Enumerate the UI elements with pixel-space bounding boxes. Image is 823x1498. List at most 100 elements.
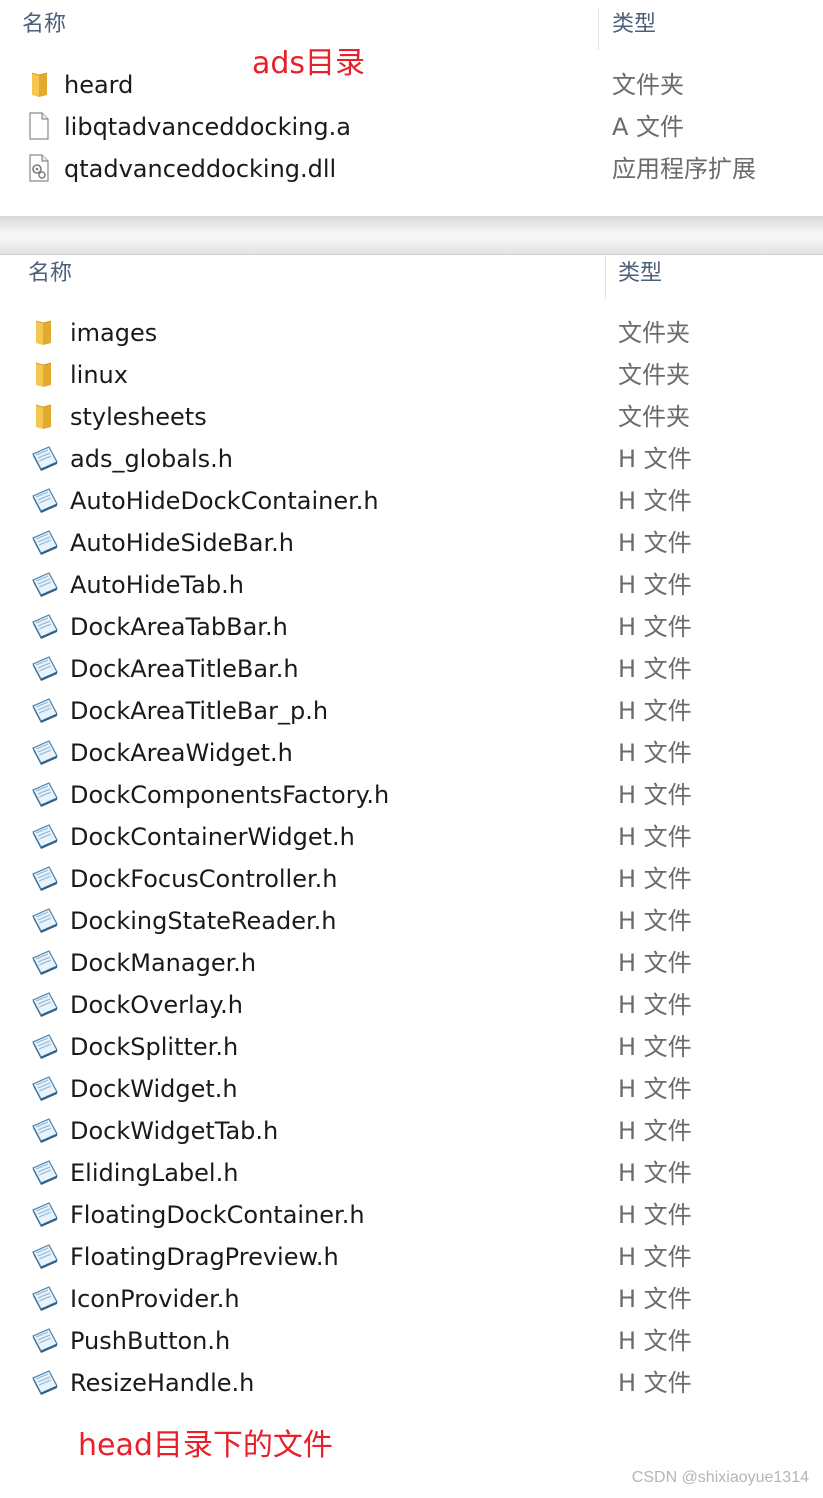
list-item[interactable]: heard 文件夹 [0,64,823,106]
file-type: H 文件 [618,697,692,725]
file-type: H 文件 [618,1369,692,1397]
header-file-icon [30,822,58,850]
list-item[interactable]: ResizeHandle.h H 文件 [0,1362,823,1404]
file-name: ads_globals.h [70,445,233,473]
folder-icon [30,402,56,430]
list-item[interactable]: AutoHideTab.h H 文件 [0,564,823,606]
header-file-icon [30,1326,58,1354]
folder-icon [30,360,56,388]
list-item[interactable]: DockComponentsFactory.h H 文件 [0,774,823,816]
file-name: DockAreaTitleBar_p.h [70,697,329,725]
list-item[interactable]: DockSplitter.h H 文件 [0,1026,823,1068]
header-file-icon [30,864,58,892]
list-item[interactable]: stylesheets 文件夹 [0,396,823,438]
file-name: DockSplitter.h [70,1033,239,1061]
column-header-type[interactable]: 类型 [618,263,662,285]
file-type: H 文件 [618,991,692,1019]
file-name: stylesheets [70,403,207,431]
column-divider[interactable] [598,8,599,50]
list-item[interactable]: PushButton.h H 文件 [0,1320,823,1362]
header-file-icon [30,1158,58,1186]
file-type: 文件夹 [612,71,684,99]
file-type: H 文件 [618,655,692,683]
list-item[interactable]: AutoHideSideBar.h H 文件 [0,522,823,564]
list-item[interactable]: DockAreaTabBar.h H 文件 [0,606,823,648]
header-file-icon [30,990,58,1018]
list-item[interactable]: DockAreaWidget.h H 文件 [0,732,823,774]
header-file-icon [30,1368,58,1396]
file-name: heard [64,71,134,99]
file-type: 文件夹 [618,319,690,347]
header-file-icon [30,654,58,682]
header-file-icon [30,696,58,724]
head-directory-panel: 名称 类型 images 文件夹 linux 文件夹 stylesheets 文件夹 ads… [0,254,823,1498]
file-name: libqtadvanceddocking.a [64,113,351,141]
file-type: H 文件 [618,1285,692,1313]
list-item[interactable]: IconProvider.h H 文件 [0,1278,823,1320]
list-item[interactable]: DockWidgetTab.h H 文件 [0,1110,823,1152]
file-type: A 文件 [612,113,685,141]
file-type: H 文件 [618,613,692,641]
list-item[interactable]: qtadvanceddocking.dll 应用程序扩展 [0,148,823,190]
file-name: DockManager.h [70,949,257,977]
file-name: DockOverlay.h [70,991,243,1019]
file-name: DockingStateReader.h [70,907,337,935]
dll-file-icon [26,154,52,182]
file-name: DockFocusController.h [70,865,338,893]
header-file-icon [30,486,58,514]
list-item[interactable]: FloatingDragPreview.h H 文件 [0,1236,823,1278]
file-type: H 文件 [618,571,692,599]
file-type: H 文件 [618,907,692,935]
file-name: AutoHideDockContainer.h [70,487,379,515]
list-item[interactable]: DockContainerWidget.h H 文件 [0,816,823,858]
list-item[interactable]: DockAreaTitleBar_p.h H 文件 [0,690,823,732]
file-type: H 文件 [618,823,692,851]
list-item[interactable]: libqtadvanceddocking.a A 文件 [0,106,823,148]
file-name: DockAreaWidget.h [70,739,293,767]
list-item[interactable]: AutoHideDockContainer.h H 文件 [0,480,823,522]
list-item[interactable]: DockFocusController.h H 文件 [0,858,823,900]
file-type: H 文件 [618,529,692,557]
list-item[interactable]: DockWidget.h H 文件 [0,1068,823,1110]
column-header-type[interactable]: 类型 [612,14,656,36]
header-file-icon [30,738,58,766]
ads-directory-panel: 名称 类型 ads目录 heard 文件夹 libqtadvanceddocking… [0,0,823,216]
file-name: ResizeHandle.h [70,1369,255,1397]
file-name: linux [70,361,128,389]
file-name: DockWidget.h [70,1075,238,1103]
folder-icon [26,70,52,98]
list-item[interactable]: DockOverlay.h H 文件 [0,984,823,1026]
column-header-name[interactable]: 名称 [22,14,66,36]
file-type: H 文件 [618,445,692,473]
list-item[interactable]: DockingStateReader.h H 文件 [0,900,823,942]
file-type: H 文件 [618,1159,692,1187]
file-name: ElidingLabel.h [70,1159,239,1187]
file-name: DockAreaTitleBar.h [70,655,299,683]
file-name: images [70,319,158,347]
file-type: 文件夹 [618,403,690,431]
header-file-icon [30,1284,58,1312]
column-divider[interactable] [605,255,606,299]
list-item[interactable]: ads_globals.h H 文件 [0,438,823,480]
folder-icon [30,318,56,346]
column-header-name[interactable]: 名称 [28,263,72,285]
header-file-icon [30,1200,58,1228]
file-type: H 文件 [618,1033,692,1061]
list-item[interactable]: FloatingDockContainer.h H 文件 [0,1194,823,1236]
file-type: 应用程序扩展 [612,155,756,183]
file-name: qtadvanceddocking.dll [64,155,337,183]
file-type: H 文件 [618,739,692,767]
file-name: AutoHideSideBar.h [70,529,295,557]
header-file-icon [30,906,58,934]
file-name: FloatingDockContainer.h [70,1201,365,1229]
list-item[interactable]: DockAreaTitleBar.h H 文件 [0,648,823,690]
list-item[interactable]: images 文件夹 [0,312,823,354]
file-type: H 文件 [618,1117,692,1145]
list-item[interactable]: DockManager.h H 文件 [0,942,823,984]
header-file-icon [30,1074,58,1102]
list-item[interactable]: linux 文件夹 [0,354,823,396]
file-type: H 文件 [618,1201,692,1229]
header-file-icon [30,528,58,556]
header-file-icon [30,1242,58,1270]
list-item[interactable]: ElidingLabel.h H 文件 [0,1152,823,1194]
